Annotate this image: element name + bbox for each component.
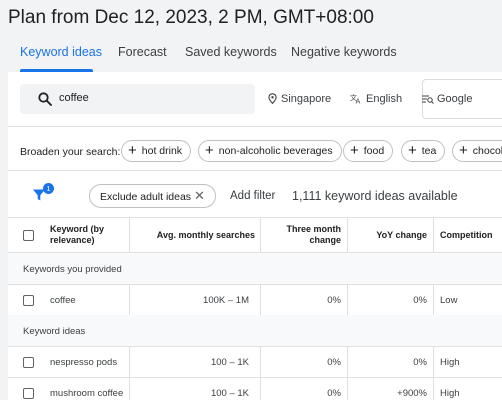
table-header: Keyword (by relevance) Avg. monthly sear…	[8, 217, 502, 253]
location-label: Singapore	[281, 93, 332, 105]
network-icon	[422, 95, 434, 104]
row-checkbox[interactable]	[23, 357, 34, 368]
section-keyword-ideas: Keyword ideas	[8, 315, 502, 347]
page-title: Plan from Dec 12, 2023, 2 PM, GMT+08:00	[8, 7, 374, 28]
plus-icon: +	[350, 142, 359, 159]
language-selector[interactable]: 文 A English	[350, 93, 403, 106]
plus-icon: +	[205, 142, 214, 159]
divider	[8, 126, 502, 127]
location-pin-icon	[268, 93, 277, 105]
broaden-chip-food[interactable]: + food	[343, 140, 394, 162]
column-divider	[433, 347, 434, 377]
section-label: Keyword ideas	[23, 326, 86, 337]
column-divider	[260, 218, 261, 252]
competition-cell: Low	[440, 295, 458, 306]
plus-icon: +	[408, 142, 417, 159]
table-row[interactable]: mushroom coffee 100 – 1K 0% +900% High	[8, 378, 502, 400]
competition-cell: High	[440, 388, 460, 399]
column-divider	[347, 378, 348, 400]
search-input[interactable]: coffee	[20, 84, 255, 114]
keyword-cell: nespresso pods	[50, 357, 118, 368]
column-divider	[260, 378, 261, 400]
location-selector[interactable]: Singapore	[268, 93, 331, 105]
section-keywords-provided: Keywords you provided	[8, 253, 502, 285]
chip-label: tea	[421, 145, 437, 157]
keyword-cell: coffee	[50, 295, 76, 306]
broaden-chip-tea[interactable]: + tea	[401, 140, 446, 162]
column-divider	[260, 347, 261, 377]
select-all-checkbox[interactable]	[23, 230, 34, 241]
exclude-chip-label: Exclude adult ideas	[100, 191, 192, 203]
competition-cell: High	[440, 357, 460, 368]
chip-label: non-alcoholic beverages	[218, 145, 333, 157]
ideas-count: 1,111 keyword ideas available	[292, 189, 458, 203]
column-divider	[347, 347, 348, 377]
column-divider	[129, 347, 130, 377]
yoy-cell: 0%	[413, 357, 427, 368]
chip-label: food	[363, 145, 385, 157]
column-three-month[interactable]: Three month change	[270, 224, 341, 246]
column-keyword[interactable]: Keyword (by relevance)	[50, 224, 130, 246]
broaden-chip-hot-drink[interactable]: + hot drink	[121, 140, 192, 162]
column-competition[interactable]: Competition	[440, 230, 502, 241]
tab-keyword-ideas[interactable]: Keyword ideas	[20, 45, 102, 59]
search-value: coffee	[59, 92, 89, 104]
column-yoy[interactable]: YoY change	[353, 230, 427, 241]
keyword-ideas-panel: coffee Singapore 文 A English Google Broa…	[8, 72, 502, 400]
translate-icon: 文 A	[350, 93, 361, 106]
row-checkbox[interactable]	[23, 388, 34, 399]
chip-label: chocolate	[472, 145, 502, 157]
table-row[interactable]: nespresso pods 100 – 1K 0% 0% High	[8, 347, 502, 378]
add-filter-button[interactable]: Add filter	[230, 190, 275, 202]
chip-label: hot drink	[141, 145, 183, 157]
language-label: English	[366, 93, 403, 105]
column-divider	[347, 285, 348, 315]
three-month-cell: 0%	[327, 388, 341, 399]
filter-count-badge: 1	[43, 183, 54, 194]
divider	[8, 170, 502, 171]
tab-negative-keywords[interactable]: Negative keywords	[291, 45, 397, 59]
column-avg-searches[interactable]: Avg. monthly searches	[138, 230, 255, 241]
column-divider	[129, 218, 130, 252]
broaden-chip-non-alcoholic-beverages[interactable]: + non-alcoholic beverages	[198, 140, 342, 162]
column-divider	[347, 218, 348, 252]
avg-searches-cell: 100 – 1K	[210, 357, 249, 368]
avg-searches-cell: 100 – 1K	[210, 388, 249, 399]
yoy-cell: +900%	[397, 388, 427, 399]
tab-forecast[interactable]: Forecast	[118, 45, 167, 59]
svg-text:A: A	[356, 98, 361, 105]
close-icon[interactable]: ✕	[194, 188, 205, 204]
avg-searches-cell: 100K – 1M	[203, 295, 249, 306]
tab-bar: Keyword ideas Forecast Saved keywords Ne…	[0, 38, 502, 72]
plus-icon: +	[459, 142, 468, 159]
exclude-adult-ideas-chip[interactable]: Exclude adult ideas ✕	[89, 184, 216, 208]
broaden-chip-chocolate[interactable]: + chocolate	[452, 140, 502, 162]
plus-icon: +	[128, 142, 137, 159]
row-checkbox[interactable]	[23, 295, 34, 306]
network-selector[interactable]: Google	[422, 79, 502, 119]
broaden-label: Broaden your search:	[20, 146, 121, 158]
tab-saved-keywords[interactable]: Saved keywords	[185, 45, 277, 59]
network-label: Google	[437, 93, 473, 105]
keyword-cell: mushroom coffee	[50, 388, 124, 399]
column-divider	[433, 378, 434, 400]
column-divider	[433, 218, 434, 252]
table-row[interactable]: coffee 100K – 1M 0% 0% Low	[8, 285, 502, 316]
column-divider	[129, 378, 130, 400]
search-icon	[38, 92, 52, 106]
section-label: Keywords you provided	[23, 264, 122, 275]
column-divider	[129, 285, 130, 315]
yoy-cell: 0%	[413, 295, 427, 306]
column-divider	[260, 285, 261, 315]
three-month-cell: 0%	[327, 295, 341, 306]
three-month-cell: 0%	[327, 357, 341, 368]
column-divider	[433, 285, 434, 315]
